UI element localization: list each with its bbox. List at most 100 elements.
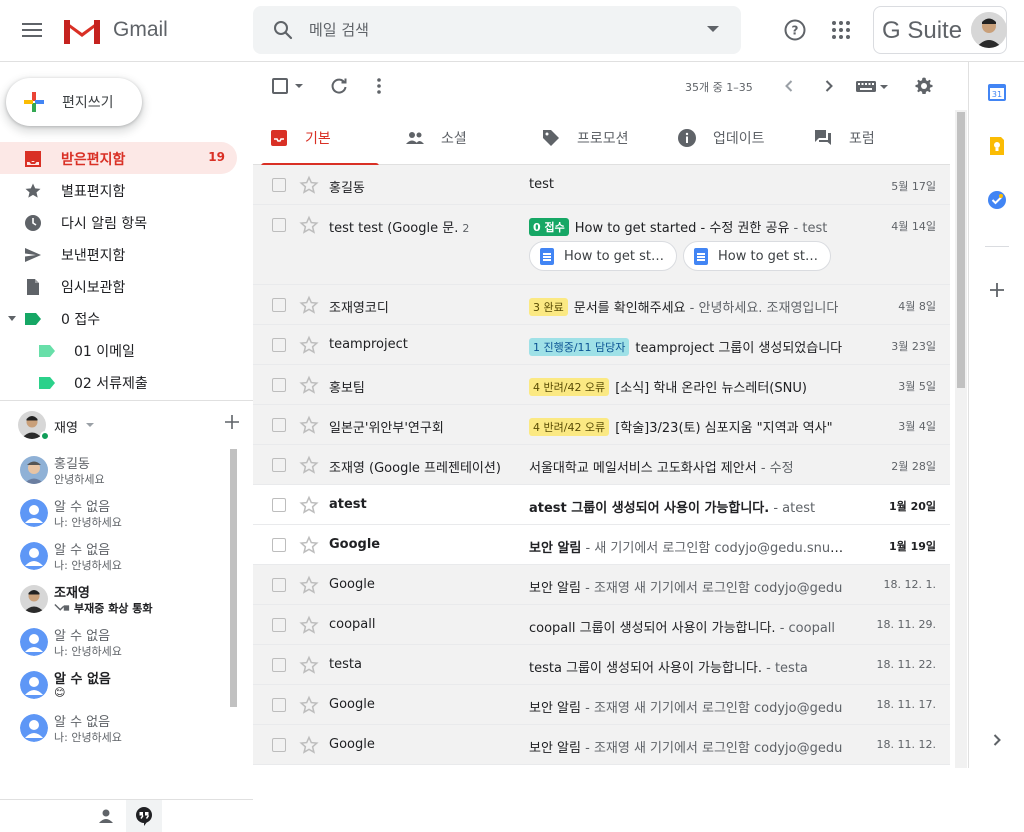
- email-row[interactable]: coopall coopall 그룹이 생성되어 사용이 가능합니다. - coo…: [253, 605, 950, 645]
- email-label-badge[interactable]: 1 진행중/11 담당자: [529, 338, 630, 356]
- email-row[interactable]: 조재영코디 3 완료 문서를 확인해주세요 - 안녕하세요. 조재영입니다 4월 8일: [253, 285, 950, 325]
- email-row[interactable]: 일본군'위안부'연구회 4 반려/42 오류 [학술]3/23(토) 심포지움 "지…: [253, 405, 950, 445]
- sidebar-item-starred[interactable]: 별표편지함: [0, 174, 237, 206]
- email-row[interactable]: Google 보안 알림 - 조재영 새 기기에서 로그인함 codyjo@ged…: [253, 565, 950, 605]
- search-input[interactable]: [309, 18, 689, 42]
- tab-updates[interactable]: 업데이트: [661, 110, 797, 165]
- row-checkbox[interactable]: [272, 178, 286, 192]
- email-row[interactable]: 홍길동 test 5월 17일: [253, 165, 950, 205]
- email-row[interactable]: atest atest 그룹이 생성되어 사용이 가능합니다. - atest 1월…: [253, 485, 950, 525]
- email-row[interactable]: testa testa 그룹이 생성되어 사용이 가능합니다. - testa 18…: [253, 645, 950, 685]
- attachment-chip[interactable]: How to get started: [683, 241, 831, 271]
- tab-social[interactable]: 소셜: [389, 110, 519, 165]
- gmail-logo-icon[interactable]: [60, 14, 104, 48]
- sidebar-item-snoozed[interactable]: 다시 알림 항목: [0, 206, 237, 238]
- contact-item[interactable]: 알 수 없음 😊: [0, 664, 230, 707]
- row-checkbox[interactable]: [272, 618, 286, 632]
- add-addon-icon[interactable]: [987, 280, 1007, 300]
- keyboard-icon[interactable]: [855, 76, 891, 96]
- gear-icon[interactable]: [914, 76, 934, 96]
- person-icon[interactable]: [96, 806, 116, 826]
- tab-primary[interactable]: 기본: [253, 110, 379, 166]
- row-checkbox[interactable]: [272, 498, 286, 512]
- gsuite-account-box[interactable]: G Suite: [873, 6, 1007, 54]
- star-icon[interactable]: [299, 615, 319, 635]
- star-icon[interactable]: [299, 495, 319, 515]
- chevron-down-icon[interactable]: [86, 423, 94, 427]
- star-icon[interactable]: [299, 215, 319, 235]
- sidebar-item-label-01[interactable]: 01 이메일: [0, 334, 237, 366]
- sidebar-item-label-0[interactable]: 0 접수: [0, 302, 237, 334]
- main-menu-icon[interactable]: [20, 20, 44, 42]
- row-checkbox[interactable]: [272, 458, 286, 472]
- more-vert-icon[interactable]: [369, 76, 389, 96]
- star-icon[interactable]: [299, 455, 319, 475]
- chevron-right-icon[interactable]: [987, 730, 1007, 750]
- star-icon[interactable]: [299, 335, 319, 355]
- row-checkbox[interactable]: [272, 298, 286, 312]
- chevron-right-icon[interactable]: [819, 76, 839, 96]
- star-icon[interactable]: [299, 655, 319, 675]
- search-bar[interactable]: [253, 6, 741, 54]
- email-row[interactable]: Google 보안 알림 - 조재영 새 기기에서 로그인함 codyjo@ged…: [253, 725, 950, 765]
- keep-icon[interactable]: [987, 136, 1007, 156]
- star-icon[interactable]: [299, 375, 319, 395]
- search-options-icon[interactable]: [707, 26, 719, 32]
- add-chat-icon[interactable]: [225, 415, 239, 429]
- tab-forums[interactable]: 포럼: [797, 110, 933, 165]
- email-label-badge[interactable]: 0 접수: [529, 218, 569, 236]
- tab-promotions[interactable]: 프로모션: [525, 110, 661, 165]
- row-checkbox[interactable]: [272, 218, 286, 232]
- email-label-badge[interactable]: 4 반려/42 오류: [529, 418, 610, 436]
- row-checkbox[interactable]: [272, 378, 286, 392]
- refresh-icon[interactable]: [329, 76, 349, 96]
- sidebar-item-drafts[interactable]: 임시보관함: [0, 270, 237, 302]
- contact-list-scrollbar[interactable]: [230, 449, 237, 707]
- email-row[interactable]: Google 보안 알림 - 새 기기에서 로그인함 codyjo@gedu.sn…: [253, 525, 950, 565]
- email-row[interactable]: Google 보안 알림 - 조재영 새 기기에서 로그인함 codyjo@ged…: [253, 685, 950, 725]
- attachment-chip[interactable]: How to get started: [529, 241, 677, 271]
- contact-item[interactable]: 알 수 없음 나: 안녕하세요: [0, 707, 230, 749]
- tasks-icon[interactable]: [987, 190, 1007, 210]
- calendar-icon[interactable]: 31: [987, 82, 1007, 102]
- chevron-left-icon[interactable]: [779, 76, 799, 96]
- sidebar-item-label-02[interactable]: 02 서류제출: [0, 366, 237, 398]
- email-label-badge[interactable]: 3 완료: [529, 298, 568, 316]
- sidebar-item-sent[interactable]: 보낸편지함: [0, 238, 237, 270]
- contact-item[interactable]: 홍길동 안녕하세요: [0, 449, 230, 492]
- search-icon[interactable]: [271, 18, 295, 42]
- email-label-badge[interactable]: 4 반려/42 오류: [529, 378, 610, 396]
- star-icon[interactable]: [299, 175, 319, 195]
- scrollbar-thumb[interactable]: [957, 112, 965, 388]
- email-row[interactable]: 조재영 (Google 프레젠테이션) 서울대학교 메일서비스 고도화사업 제안서…: [253, 445, 950, 485]
- email-row[interactable]: test test (Google 문. 2 0 접수 How to get star…: [253, 205, 950, 285]
- star-icon[interactable]: [299, 575, 319, 595]
- contact-item[interactable]: 조재영 부재중 화상 통화: [0, 578, 230, 621]
- contact-item[interactable]: 알 수 없음 나: 안녕하세요: [0, 492, 230, 535]
- contact-item[interactable]: 알 수 없음 나: 안녕하세요: [0, 621, 230, 664]
- row-checkbox[interactable]: [272, 578, 286, 592]
- email-row[interactable]: 홍보팀 4 반려/42 오류 [소식] 학내 온라인 뉴스레터(SNU) 3월 5일: [253, 365, 950, 405]
- row-checkbox[interactable]: [272, 658, 286, 672]
- row-checkbox[interactable]: [272, 698, 286, 712]
- compose-button[interactable]: 편지쓰기: [6, 78, 142, 126]
- row-checkbox[interactable]: [272, 338, 286, 352]
- row-checkbox[interactable]: [272, 538, 286, 552]
- row-checkbox[interactable]: [272, 738, 286, 752]
- hangouts-tab-button[interactable]: [126, 800, 162, 832]
- sidebar-item-inbox[interactable]: 받은편지함 19: [0, 142, 237, 174]
- help-icon[interactable]: ?: [783, 18, 807, 42]
- main-scrollbar[interactable]: [955, 110, 967, 768]
- select-all-checkbox[interactable]: [272, 78, 288, 94]
- expand-caret-icon[interactable]: [8, 316, 16, 321]
- star-icon[interactable]: [299, 415, 319, 435]
- account-avatar[interactable]: [971, 12, 1007, 48]
- hangouts-me[interactable]: 재영: [18, 409, 248, 441]
- star-icon[interactable]: [299, 695, 319, 715]
- star-icon[interactable]: [299, 295, 319, 315]
- star-icon[interactable]: [299, 535, 319, 555]
- star-icon[interactable]: [299, 735, 319, 755]
- email-row[interactable]: teamproject 1 진행중/11 담당자 teamproject 그룹이 생…: [253, 325, 950, 365]
- select-options-icon[interactable]: [295, 84, 303, 88]
- apps-grid-icon[interactable]: [829, 18, 853, 42]
